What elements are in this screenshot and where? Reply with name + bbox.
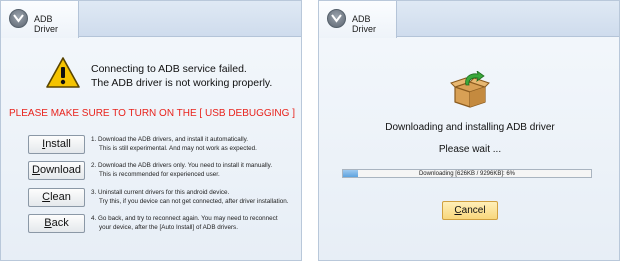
clean-description: 3. Uninstall current drivers for this an… [91,189,289,205]
tab-adb-driver[interactable]: ADB Driver [1,1,79,38]
back-button[interactable]: Back [28,214,85,233]
chevron-down-icon [327,9,346,28]
install-description: 1. Download the ADB drivers, and install… [91,136,257,152]
adb-driver-download-panel: ADB Driver Downloading and installing AD… [318,0,620,261]
adb-driver-error-panel: ADB Driver Connecting to ADB service fai… [0,0,302,261]
tab-label: ADB Driver [352,14,376,34]
package-install-icon [450,69,490,114]
tab-bar: ADB Driver [319,1,619,38]
download-title: Downloading and installing ADB driver [385,122,555,133]
install-button[interactable]: Install [28,135,85,154]
warning-icon [45,56,81,95]
download-button[interactable]: Download [28,161,85,180]
cancel-button[interactable]: Cancel [442,201,498,220]
download-progress-bar: Downloading [626KB / 9296KB]: 6% [342,169,592,178]
please-wait-text: Please wait ... [438,144,502,155]
chevron-down-icon [9,9,28,28]
tab-adb-driver[interactable]: ADB Driver [319,1,397,38]
error-message-line2: The ADB driver is not working properly. [91,77,273,89]
progress-text: Downloading [626KB / 9296KB]: 6% [418,171,516,177]
error-message-line1: Connecting to ADB service failed. [91,63,247,75]
back-description: 4. Go back, and try to reconnect again. … [91,215,278,231]
usb-debugging-warning: PLEASE MAKE SURE TO TURN ON THE [ USB DE… [9,108,295,119]
tab-bar: ADB Driver [1,1,301,38]
clean-button[interactable]: Clean [28,188,85,207]
tab-label: ADB Driver [34,14,58,34]
download-description: 2. Download the ADB drivers only. You ne… [91,162,273,178]
